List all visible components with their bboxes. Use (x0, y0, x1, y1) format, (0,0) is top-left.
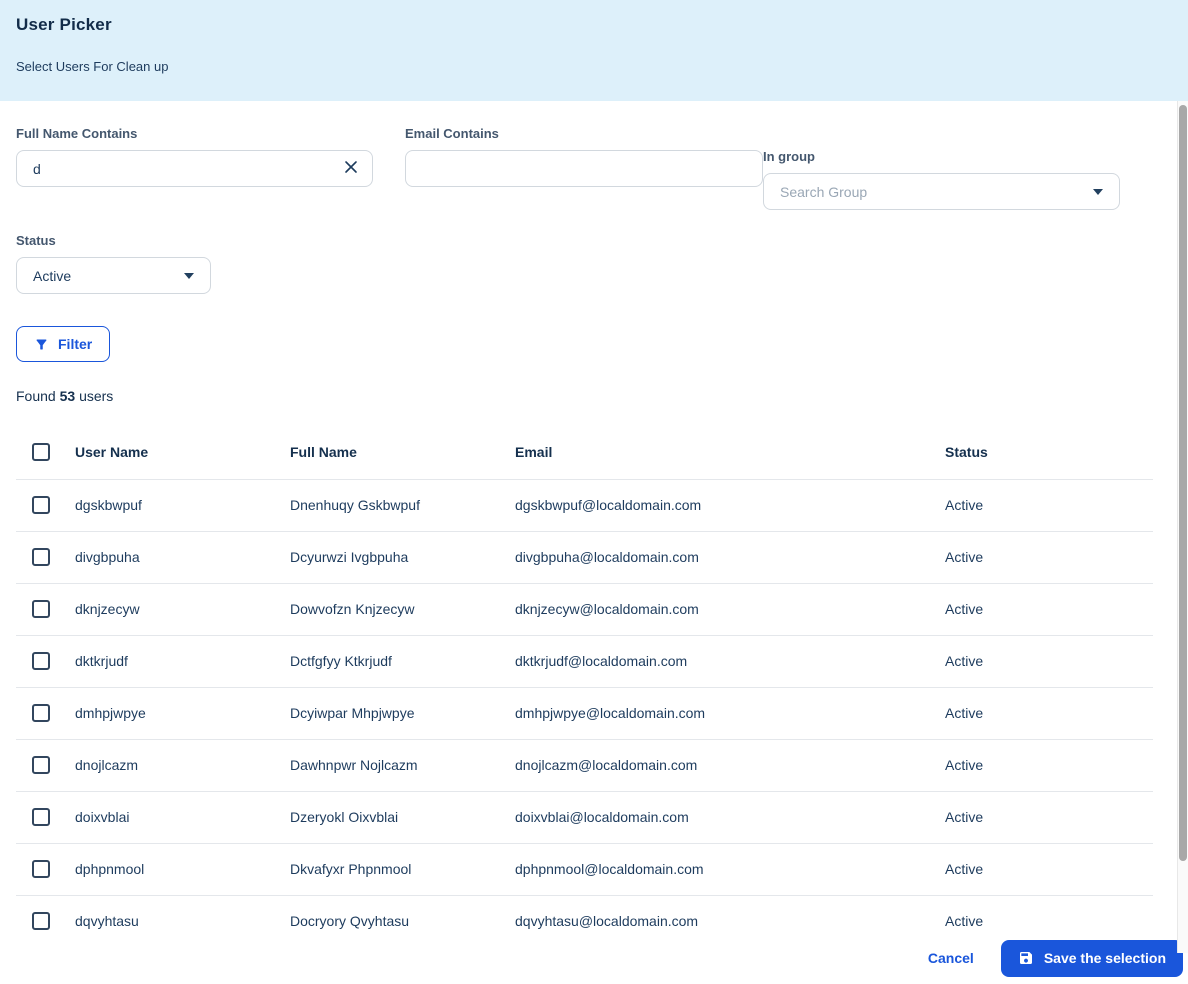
cancel-button[interactable]: Cancel (918, 942, 984, 974)
column-header-status: Status (945, 425, 1153, 479)
cell-email: divgbpuha@localdomain.com (515, 531, 945, 583)
cell-username: dnojlcazm (75, 739, 290, 791)
table-row: dphpnmool Dkvafyxr Phpnmool dphpnmool@lo… (16, 843, 1153, 895)
page-title: User Picker (16, 15, 1172, 35)
save-button[interactable]: Save the selection (1001, 940, 1183, 977)
cell-email: dktkrjudf@localdomain.com (515, 635, 945, 687)
cell-username: dktkrjudf (75, 635, 290, 687)
funnel-icon (34, 337, 49, 352)
cell-fullname: Dowvofzn Knjzecyw (290, 583, 515, 635)
cell-fullname: Dcyurwzi Ivgbpuha (290, 531, 515, 583)
column-header-username: User Name (75, 425, 290, 479)
status-select-value: Active (33, 268, 71, 284)
save-button-label: Save the selection (1044, 950, 1166, 966)
full-name-filter-label: Full Name Contains (16, 126, 373, 141)
filters-section: Full Name Contains Email Contains (0, 101, 1188, 404)
group-select[interactable]: Search Group (763, 173, 1120, 210)
row-checkbox[interactable] (32, 912, 50, 930)
row-checkbox[interactable] (32, 652, 50, 670)
email-filter-label: Email Contains (405, 126, 763, 141)
row-checkbox[interactable] (32, 704, 50, 722)
cell-status: Active (945, 635, 1153, 687)
select-all-checkbox[interactable] (32, 443, 50, 461)
cell-email: dgskbwpuf@localdomain.com (515, 479, 945, 531)
cell-username: dknjzecyw (75, 583, 290, 635)
cell-username: divgbpuha (75, 531, 290, 583)
cell-status: Active (945, 531, 1153, 583)
cell-fullname: Dawhnpwr Nojlcazm (290, 739, 515, 791)
chevron-down-icon (1093, 189, 1103, 195)
table-row: doixvblai Dzeryokl Oixvblai doixvblai@lo… (16, 791, 1153, 843)
table-row: dgskbwpuf Dnenhuqy Gskbwpuf dgskbwpuf@lo… (16, 479, 1153, 531)
status-filter-label: Status (16, 233, 211, 248)
row-checkbox[interactable] (32, 496, 50, 514)
cell-status: Active (945, 479, 1153, 531)
scrollbar-track[interactable] (1177, 101, 1188, 953)
group-filter-label: In group (763, 149, 1120, 164)
table-row: dknjzecyw Dowvofzn Knjzecyw dknjzecyw@lo… (16, 583, 1153, 635)
full-name-filter-input[interactable] (16, 150, 373, 187)
cell-username: dphpnmool (75, 843, 290, 895)
table-body: dgskbwpuf Dnenhuqy Gskbwpuf dgskbwpuf@lo… (16, 479, 1153, 947)
cell-status: Active (945, 843, 1153, 895)
cell-fullname: Dkvafyxr Phpnmool (290, 843, 515, 895)
table-row: dnojlcazm Dawhnpwr Nojlcazm dnojlcazm@lo… (16, 739, 1153, 791)
cell-fullname: Dzeryokl Oixvblai (290, 791, 515, 843)
dialog-header: User Picker Select Users For Clean up (0, 0, 1188, 101)
dialog-footer: Cancel Save the selection (0, 932, 1188, 984)
chevron-down-icon (184, 273, 194, 279)
results-count-number: 53 (60, 388, 76, 404)
table-row: dmhpjwpye Dcyiwpar Mhpjwpye dmhpjwpye@lo… (16, 687, 1153, 739)
users-table: User Name Full Name Email Status dgskbwp… (16, 425, 1153, 948)
filter-grid: Full Name Contains Email Contains (16, 126, 1172, 294)
email-input-wrap (405, 150, 763, 187)
cell-username: doixvblai (75, 791, 290, 843)
x-icon (343, 159, 359, 178)
column-header-email: Email (515, 425, 945, 479)
cell-email: dnojlcazm@localdomain.com (515, 739, 945, 791)
cell-status: Active (945, 739, 1153, 791)
filter-button-label: Filter (58, 336, 92, 352)
full-name-filter-field: Full Name Contains (16, 126, 373, 210)
row-checkbox[interactable] (32, 756, 50, 774)
cell-email: dphpnmool@localdomain.com (515, 843, 945, 895)
cell-status: Active (945, 583, 1153, 635)
table-row: divgbpuha Dcyurwzi Ivgbpuha divgbpuha@lo… (16, 531, 1153, 583)
cell-username: dgskbwpuf (75, 479, 290, 531)
user-picker-dialog: User Picker Select Users For Clean up Fu… (0, 0, 1188, 984)
full-name-input-wrap (16, 150, 373, 187)
cell-username: dmhpjwpye (75, 687, 290, 739)
filter-button[interactable]: Filter (16, 326, 110, 362)
row-checkbox[interactable] (32, 600, 50, 618)
floppy-disk-icon (1018, 950, 1034, 966)
cell-email: dmhpjwpye@localdomain.com (515, 687, 945, 739)
cell-status: Active (945, 791, 1153, 843)
results-count: Found 53 users (16, 388, 1172, 404)
email-filter-input[interactable] (405, 150, 763, 187)
status-select[interactable]: Active (16, 257, 211, 294)
column-header-fullname: Full Name (290, 425, 515, 479)
cell-fullname: Dnenhuqy Gskbwpuf (290, 479, 515, 531)
group-filter-field: In group Search Group (763, 149, 1120, 210)
status-filter-field: Status Active (16, 233, 211, 294)
cell-email: doixvblai@localdomain.com (515, 791, 945, 843)
clear-button[interactable] (339, 157, 363, 181)
row-checkbox[interactable] (32, 860, 50, 878)
cell-status: Active (945, 687, 1153, 739)
table-header: User Name Full Name Email Status (16, 425, 1153, 479)
table-row: dktkrjudf Dctfgfyy Ktkrjudf dktkrjudf@lo… (16, 635, 1153, 687)
email-filter-field: Email Contains (405, 126, 763, 210)
cell-fullname: Dctfgfyy Ktkrjudf (290, 635, 515, 687)
group-select-placeholder: Search Group (780, 184, 867, 200)
page-subtitle: Select Users For Clean up (16, 59, 1172, 74)
row-checkbox[interactable] (32, 548, 50, 566)
row-checkbox[interactable] (32, 808, 50, 826)
table-header-row: User Name Full Name Email Status (16, 425, 1153, 479)
scrollbar-thumb[interactable] (1179, 105, 1187, 861)
cell-fullname: Dcyiwpar Mhpjwpye (290, 687, 515, 739)
results-count-prefix: Found (16, 388, 56, 404)
cell-email: dknjzecyw@localdomain.com (515, 583, 945, 635)
results-count-suffix: users (79, 388, 113, 404)
